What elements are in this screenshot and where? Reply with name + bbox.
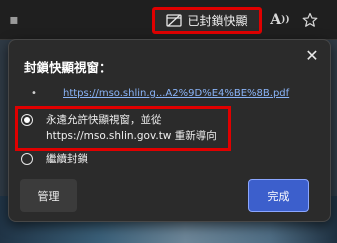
- favorite-star-icon[interactable]: [300, 11, 320, 29]
- done-button[interactable]: 完成: [248, 179, 309, 212]
- blocked-url-item: • https://mso.shlin.g...A2%9D%E4%BE%8B.p…: [31, 88, 289, 99]
- radio-selected-icon[interactable]: [21, 114, 33, 126]
- read-aloud-icon[interactable]: A)): [270, 11, 290, 29]
- radio-unselected-icon[interactable]: [21, 153, 33, 165]
- blocked-url-link[interactable]: https://mso.shlin.g...A2%9D%E4%BE%8B.pdf: [63, 88, 289, 99]
- read-aloud-label: A: [270, 12, 282, 28]
- popup-blocked-dialog: 封鎖快顯視窗： ✕ • https://mso.shlin.g...A2%9D%…: [8, 39, 331, 222]
- address-bar: ▪ 已封鎖快顯 A)): [0, 0, 337, 40]
- close-icon[interactable]: ✕: [302, 45, 322, 65]
- dialog-title: 封鎖快顯視窗：: [24, 60, 112, 75]
- manage-button[interactable]: 管理: [20, 179, 77, 212]
- option-always-allow-label: 永遠允許快顯視窗，並從 https://mso.shlin.gov.tw 重新導…: [46, 114, 217, 142]
- popup-blocked-button[interactable]: 已封鎖快顯: [152, 7, 262, 34]
- popup-blocked-label: 已封鎖快顯: [187, 14, 248, 28]
- bullet-icon: •: [31, 88, 37, 99]
- option-keep-blocking-label: 繼續封鎖: [46, 153, 88, 165]
- option-always-allow[interactable]: 永遠允許快顯視窗，並從 https://mso.shlin.gov.tw 重新導…: [21, 114, 221, 144]
- option-keep-blocking[interactable]: 繼續封鎖: [21, 153, 88, 167]
- toolbar-separator-icon: ▪: [9, 12, 19, 28]
- popup-blocked-icon: [166, 14, 183, 27]
